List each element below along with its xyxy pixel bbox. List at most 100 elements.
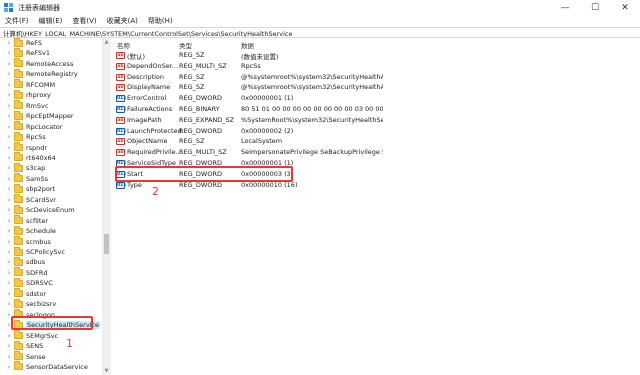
scroll-up-arrow-icon[interactable]: ▲ [102, 38, 111, 46]
folder-icon [14, 267, 23, 277]
close-button[interactable]: ✕ [610, 0, 640, 15]
chevron-right-icon[interactable]: › [5, 175, 13, 183]
address-bar[interactable]: 计算机\HKEY_LOCAL_MACHINE\SYSTEM\CurrentCon… [0, 27, 640, 38]
menu-help[interactable]: 帮助(H) [148, 16, 173, 26]
value-row[interactable]: ab RequiredPrivile... REG_MULTI_SZ SeImpers… [112, 147, 640, 158]
tree-item[interactable]: › SDRSVC [0, 277, 102, 288]
tree-item[interactable]: › SENS [0, 340, 102, 351]
folder-icon [14, 298, 23, 308]
chevron-right-icon[interactable]: › [5, 269, 13, 277]
chevron-right-icon[interactable]: › [5, 363, 13, 371]
tree-item[interactable]: › SensorDataService [0, 361, 102, 372]
tree-item[interactable]: › SDFRd [0, 267, 102, 278]
column-header-data[interactable]: 数据 [241, 40, 254, 50]
chevron-right-icon[interactable]: › [5, 342, 13, 350]
maximize-button[interactable]: ☐ [580, 0, 610, 15]
value-data: RpcSs [241, 61, 261, 70]
value-row[interactable]: ab Description REG_SZ @%systemroot%\system3… [112, 72, 640, 83]
chevron-right-icon[interactable]: › [5, 217, 13, 225]
value-data: @%systemroot%\system32\SecurityHealthAg.… [241, 83, 383, 92]
tree-item[interactable]: › RemoteAccess [0, 58, 102, 69]
tree-item[interactable]: › scmbus [0, 236, 102, 247]
tree-item[interactable]: › s3cap [0, 162, 102, 173]
tree-item-label: sdstor [26, 289, 47, 298]
annotation-2: 2 [152, 185, 159, 198]
tree-item[interactable]: › RemoteRegistry [0, 68, 102, 79]
scrollbar-thumb[interactable] [104, 234, 109, 254]
tree-item[interactable]: › RpcLocator [0, 121, 102, 132]
tree-item[interactable]: › rt640x64 [0, 152, 102, 163]
chevron-right-icon[interactable]: › [5, 70, 13, 78]
value-row[interactable]: ab DependOnSer... REG_MULTI_SZ RpcSs [112, 61, 640, 72]
chevron-right-icon[interactable]: › [5, 133, 13, 141]
tree-item[interactable]: › rspndr [0, 142, 102, 153]
tree-item[interactable]: › ReFS [0, 38, 102, 48]
column-header-type[interactable]: 类型 [179, 40, 192, 50]
chevron-right-icon[interactable]: › [5, 123, 13, 131]
chevron-right-icon[interactable]: › [5, 279, 13, 287]
chevron-right-icon[interactable]: › [5, 49, 13, 57]
chevron-right-icon[interactable]: › [5, 206, 13, 214]
tree-item[interactable]: › secbizsrv [0, 298, 102, 309]
value-data: SeImpersonatePrivilege SeBackupPrivilege… [241, 148, 383, 157]
highlight-box-selected-key [11, 316, 93, 330]
chevron-right-icon[interactable]: › [5, 300, 13, 308]
value-row[interactable]: 011 FailureActions REG_BINARY 80 51 01 00 0… [112, 104, 640, 115]
chevron-right-icon[interactable]: › [5, 332, 13, 340]
chevron-right-icon[interactable]: › [5, 227, 13, 235]
chevron-right-icon[interactable]: › [5, 290, 13, 298]
chevron-right-icon[interactable]: › [5, 185, 13, 193]
value-name: Description [127, 72, 165, 81]
tree-item[interactable]: › sdstor [0, 288, 102, 299]
tree-item[interactable]: › ScDeviceEnum [0, 204, 102, 215]
tree-item[interactable]: › rhproxy [0, 89, 102, 100]
tree-item[interactable]: › RpcSs [0, 131, 102, 142]
chevron-right-icon[interactable]: › [5, 91, 13, 99]
value-row[interactable]: ab (默认) REG_SZ (数值未设置) [112, 50, 640, 61]
chevron-right-icon[interactable]: › [5, 258, 13, 266]
folder-icon [14, 361, 23, 371]
menu-view[interactable]: 查看(V) [72, 16, 96, 26]
column-header-name[interactable]: 名称 [117, 40, 130, 50]
tree-item[interactable]: › SCPolicySvc [0, 246, 102, 257]
minimize-button[interactable]: — [550, 0, 580, 15]
scroll-down-arrow-icon[interactable]: ▼ [102, 367, 111, 375]
tree-item-label: ReFS [26, 39, 42, 47]
chevron-right-icon[interactable]: › [5, 164, 13, 172]
tree-item[interactable]: › ReFSv1 [0, 47, 102, 58]
tree-item[interactable]: › RmSvc [0, 100, 102, 111]
chevron-right-icon[interactable]: › [5, 248, 13, 256]
tree-item[interactable]: › Schedule [0, 225, 102, 236]
menu-favorites[interactable]: 收藏夹(A) [107, 16, 138, 26]
value-row[interactable]: ab DisplayName REG_SZ @%systemroot%\system3… [112, 82, 640, 93]
chevron-right-icon[interactable]: › [5, 144, 13, 152]
chevron-right-icon[interactable]: › [5, 112, 13, 120]
tree-item[interactable]: › scfilter [0, 215, 102, 226]
value-row[interactable]: 011 LaunchProtected REG_DWORD 0x00000002 (2… [112, 126, 640, 137]
tree-item[interactable]: › SCardSvr [0, 194, 102, 205]
folder-icon [14, 183, 23, 193]
tree-scrollbar[interactable]: ▲ ▼ [102, 38, 111, 375]
chevron-right-icon[interactable]: › [5, 238, 13, 246]
chevron-right-icon[interactable]: › [5, 353, 13, 361]
tree-item[interactable]: › SEMgrSvc [0, 330, 102, 341]
tree-item[interactable]: › sbp2port [0, 183, 102, 194]
menu-file[interactable]: 文件(F) [5, 16, 29, 26]
tree-item[interactable]: › sdbus [0, 256, 102, 267]
chevron-right-icon[interactable]: › [5, 60, 13, 68]
chevron-right-icon[interactable]: › [5, 39, 13, 47]
tree-item[interactable]: › Sense [0, 351, 102, 362]
tree-item-label: rt640x64 [26, 153, 56, 162]
tree-item[interactable]: › RpcEptMapper [0, 110, 102, 121]
chevron-right-icon[interactable]: › [5, 154, 13, 162]
value-row[interactable]: ab ImagePath REG_EXPAND_SZ %SystemRoot%\sys… [112, 115, 640, 126]
value-row[interactable]: 011 ErrorControl REG_DWORD 0x00000001 (1) [112, 93, 640, 104]
tree-item[interactable]: › SamSs [0, 173, 102, 184]
chevron-right-icon[interactable]: › [5, 102, 13, 110]
chevron-right-icon[interactable]: › [5, 81, 13, 89]
folder-icon [14, 277, 23, 287]
value-row[interactable]: ab ObjectName REG_SZ LocalSystem [112, 136, 640, 147]
tree-item[interactable]: › RFCOMM [0, 79, 102, 90]
chevron-right-icon[interactable]: › [5, 196, 13, 204]
menu-edit[interactable]: 编辑(E) [39, 16, 63, 26]
